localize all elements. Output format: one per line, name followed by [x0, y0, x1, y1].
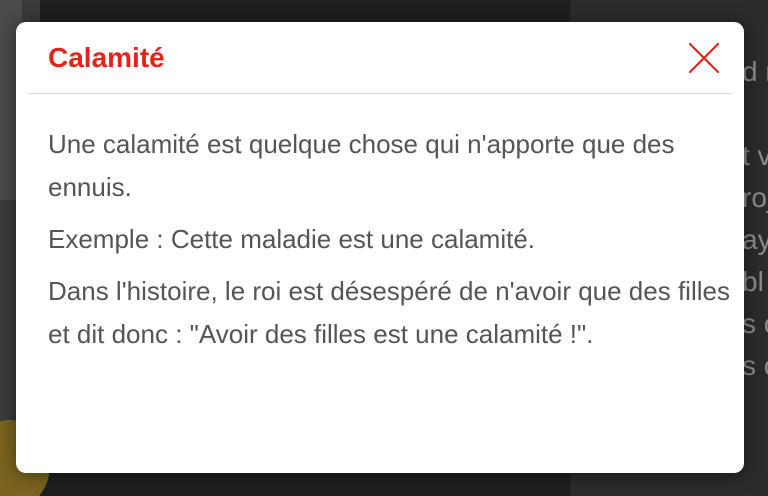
background-text-line: roj — [742, 182, 768, 213]
close-button[interactable] — [682, 36, 726, 80]
background-right-text: d r t v roj ay bl s c s c — [742, 10, 768, 388]
background-text-line — [742, 94, 768, 136]
close-icon — [688, 42, 720, 74]
story-context-text: Dans l'histoire, le roi est désespéré de… — [48, 276, 730, 349]
modal-title: Calamité — [48, 42, 165, 73]
definition-modal: Calamité Une calamité est quelque chose … — [16, 22, 744, 473]
background-text-line: t v — [742, 140, 768, 171]
background-text-line: ay — [742, 224, 768, 255]
modal-header: Calamité — [28, 22, 732, 94]
background-text-line — [742, 10, 768, 52]
example-text: Exemple : Cette maladie est une calamité… — [48, 224, 536, 254]
background-text-line: bl — [742, 266, 764, 297]
background-text-line: s c — [742, 350, 768, 381]
modal-body: Une calamité est quelque chose qui n'app… — [48, 123, 738, 365]
definition-text: Une calamité est quelque chose qui n'app… — [48, 129, 675, 202]
background-text-line: d r — [742, 56, 768, 87]
background-text-line: s c — [742, 308, 768, 339]
